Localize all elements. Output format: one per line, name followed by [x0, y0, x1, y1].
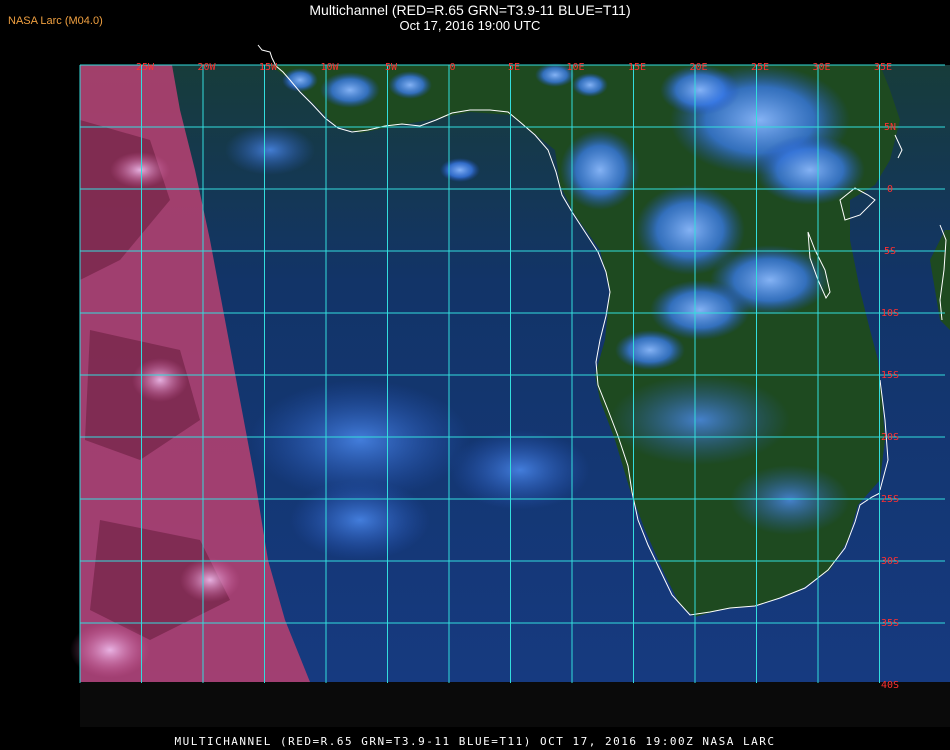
- longitude-label: 25W: [136, 62, 155, 73]
- latitude-label: 10S: [881, 308, 899, 319]
- latitude-label: 0: [887, 184, 893, 195]
- longitude-label: 20E: [689, 62, 707, 73]
- latitude-label: 25S: [881, 494, 899, 505]
- longitude-label: 20W: [197, 62, 216, 73]
- pink-cloud-3: [132, 358, 188, 402]
- latitude-label: 30S: [881, 556, 899, 567]
- longitude-label: 10E: [566, 62, 584, 73]
- longitude-label: 0: [449, 62, 455, 73]
- satellite-map: 25W 20W 15W 10W 5W 0 5E 10E 15E 20E 25E 30E 35E 5N 0 5…: [70, 44, 950, 727]
- longitude-label: 10W: [320, 62, 339, 73]
- map-lower-margin: [80, 682, 950, 727]
- pink-cloud-4: [180, 558, 240, 602]
- longitude-label: 30E: [812, 62, 830, 73]
- latitude-label: 40S: [881, 680, 899, 691]
- pink-cloud-1: [70, 622, 150, 678]
- longitude-label: 15E: [628, 62, 646, 73]
- latitude-label: 20S: [881, 432, 899, 443]
- longitude-label: 15W: [259, 62, 278, 73]
- longitude-label: 5W: [385, 62, 398, 73]
- longitude-label: 35E: [874, 62, 892, 73]
- longitude-label: 25E: [751, 62, 769, 73]
- latitude-label: 15S: [881, 370, 899, 381]
- longitude-label: 5E: [508, 62, 520, 73]
- latitude-label: 5N: [884, 122, 896, 133]
- latitude-label: 5S: [884, 246, 896, 257]
- pink-cloud-2: [110, 152, 170, 188]
- latitude-label: 35S: [881, 618, 899, 629]
- footer-caption: MULTICHANNEL (RED=R.65 GRN=T3.9-11 BLUE=…: [174, 735, 776, 748]
